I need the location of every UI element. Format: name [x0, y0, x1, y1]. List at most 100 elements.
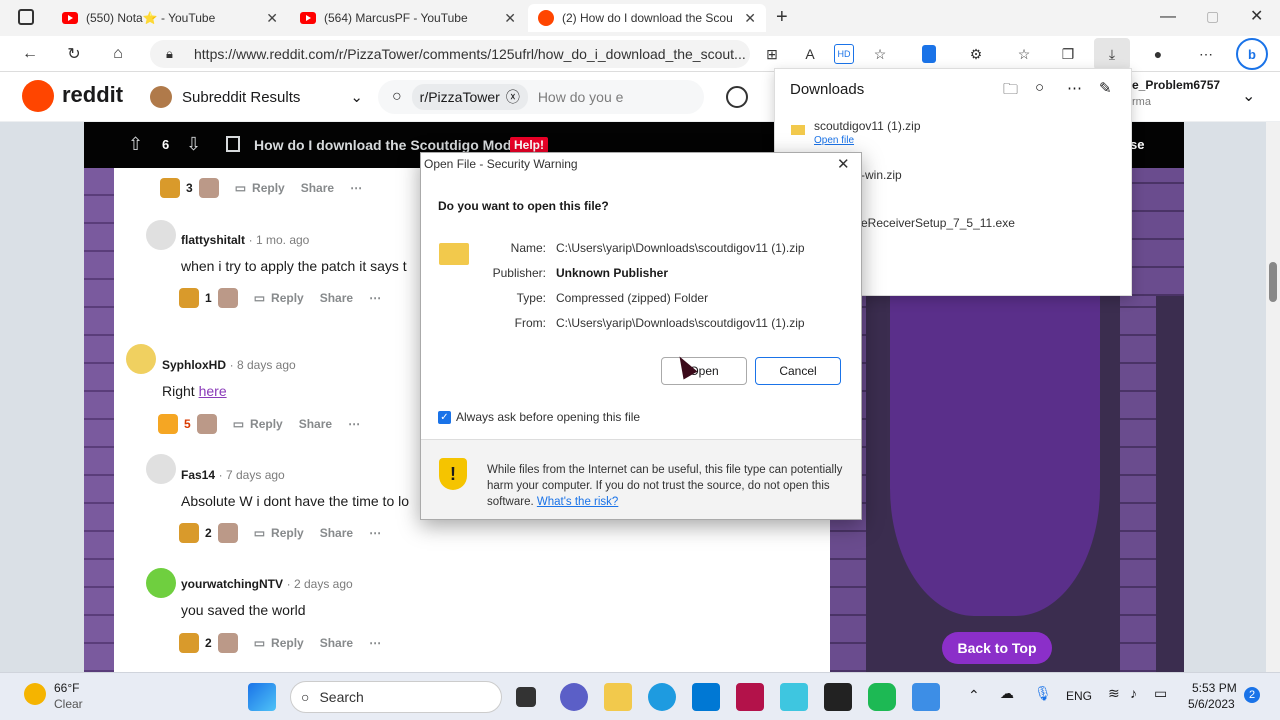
more-options-icon[interactable]: ⋯ [369, 636, 381, 650]
back-to-top-button[interactable]: Back to Top [942, 632, 1052, 664]
open-file-link[interactable]: Open file [814, 135, 854, 146]
hd-icon[interactable]: HD [834, 44, 854, 64]
apps-icon[interactable]: ⊞ [762, 44, 782, 64]
reddit-logo-icon[interactable] [22, 80, 54, 112]
minimize-icon[interactable]: — [1160, 8, 1176, 26]
tab-youtube-marcus[interactable]: (564) MarcusPF - YouTube ✕ [290, 4, 526, 32]
share-button[interactable]: Share [320, 636, 353, 650]
avatar[interactable] [146, 220, 176, 250]
close-window-icon[interactable]: ✕ [1250, 6, 1263, 26]
start-icon[interactable] [248, 683, 276, 711]
downvote-award-icon[interactable] [217, 633, 238, 653]
search-input[interactable]: ○ r/PizzaTower ⓧ How do you e [378, 80, 704, 114]
username[interactable]: e_Problem6757 [1132, 78, 1220, 92]
more-icon[interactable]: ⋯ [1067, 79, 1082, 97]
avatar[interactable] [126, 344, 156, 374]
download-filename[interactable]: -win.zip [861, 168, 902, 182]
weather-temp[interactable]: 66°F [54, 681, 79, 695]
dialog-close-icon[interactable]: ✕ [837, 155, 850, 173]
upvote-icon[interactable]: ⇧ [128, 134, 143, 155]
share-button[interactable]: Share [320, 526, 353, 540]
more-icon[interactable]: ⋯ [1196, 44, 1216, 64]
maximize-icon[interactable]: ▢ [1206, 8, 1219, 25]
avatar[interactable] [146, 568, 176, 598]
edge-icon[interactable] [648, 683, 676, 711]
close-tab-icon[interactable]: ✕ [266, 10, 278, 27]
comment-username[interactable]: SyphloxHD [162, 358, 226, 372]
cancel-button[interactable]: Cancel [755, 357, 841, 385]
upvote-award-icon[interactable] [179, 288, 199, 308]
search-subreddit-chip[interactable]: r/PizzaTower ⓧ [411, 84, 528, 110]
read-aloud-icon[interactable]: A [800, 44, 820, 64]
clock-time[interactable]: 5:53 PM [1192, 681, 1237, 695]
clear-chip-icon[interactable]: ⓧ [506, 87, 520, 107]
share-button[interactable]: Share [299, 417, 332, 431]
downvote-award-icon[interactable] [198, 178, 219, 198]
comment-username[interactable]: flattyshitalt [181, 233, 245, 247]
more-options-icon[interactable]: ⋯ [348, 417, 360, 431]
popular-icon[interactable] [726, 86, 748, 108]
download-filename[interactable]: eReceiverSetup_7_5_11.exe [861, 216, 1015, 230]
address-bar[interactable]: 🔒︎ https://www.reddit.com/r/PizzaTower/c… [150, 40, 750, 68]
downvote-award-icon[interactable] [217, 523, 238, 543]
reply-button[interactable]: ▭ Reply [254, 526, 304, 540]
close-post-label[interactable]: se [1130, 137, 1144, 152]
onedrive-icon[interactable]: ☁ [1000, 685, 1014, 702]
new-tab-button[interactable]: + [776, 6, 788, 29]
app-icon[interactable] [736, 683, 764, 711]
favorite-add-icon[interactable]: ☆ [870, 44, 890, 64]
upvote-award-icon[interactable] [179, 633, 199, 653]
clock-date[interactable]: 5/6/2023 [1188, 697, 1235, 711]
tab-youtube-nota[interactable]: (550) Nota⭐ - YouTube ✕ [52, 4, 288, 32]
comment-username[interactable]: yourwatchingNTV [181, 577, 283, 591]
subreddit-results-dropdown[interactable]: Subreddit Results ⌄ [150, 86, 363, 108]
back-icon[interactable]: ← [18, 42, 42, 66]
always-ask-row[interactable]: ✓ Always ask before opening this file [438, 410, 640, 424]
profile-icon[interactable]: ● [1148, 44, 1168, 64]
downvote-icon[interactable]: ⇩ [186, 134, 201, 155]
reply-button[interactable]: ▭ Reply [254, 291, 304, 305]
weather-moon-icon[interactable] [24, 683, 46, 705]
notepad-icon[interactable] [912, 683, 940, 711]
microphone-icon[interactable]: 🎙︎ [1034, 685, 1052, 702]
downvote-award-icon[interactable] [196, 414, 217, 434]
extensions-icon[interactable]: ⚙ [966, 44, 986, 64]
comment-username[interactable]: Fas14 [181, 468, 215, 482]
bing-icon[interactable]: b [1236, 38, 1268, 70]
app-green-icon[interactable] [868, 683, 896, 711]
battery-icon[interactable]: ▭ [1154, 685, 1167, 702]
downvote-award-icon[interactable] [217, 288, 238, 308]
upvote-award-icon[interactable] [179, 523, 199, 543]
reply-button[interactable]: ▭ Reply [254, 636, 304, 650]
reddit-wordmark[interactable]: reddit [62, 82, 123, 108]
language-indicator[interactable]: ENG [1066, 689, 1092, 703]
store-icon[interactable] [692, 683, 720, 711]
always-ask-checkbox[interactable]: ✓ [438, 410, 451, 424]
task-view-icon[interactable] [516, 687, 536, 707]
notification-badge[interactable]: 2 [1244, 687, 1260, 703]
avatar[interactable] [146, 454, 176, 484]
close-tab-icon[interactable]: ✕ [744, 10, 756, 27]
page-scrollbar[interactable] [1266, 122, 1280, 672]
app-m-icon[interactable] [780, 683, 808, 711]
more-options-icon[interactable]: ⋯ [369, 526, 381, 540]
teams-icon[interactable] [560, 683, 588, 711]
download-item[interactable]: scoutdigov11 (1).zip Open file [789, 117, 1119, 157]
collections-icon[interactable]: ❐ [1058, 44, 1078, 64]
file-explorer-icon[interactable] [604, 683, 632, 711]
pin-icon[interactable]: ✎ [1099, 79, 1112, 97]
tab-reddit[interactable]: (2) How do I download the Scout ✕ [528, 4, 766, 32]
upvote-award-icon[interactable] [160, 178, 180, 198]
user-menu-chevron-icon[interactable]: ⌄ [1242, 86, 1255, 106]
search-icon[interactable]: ○ [1035, 79, 1044, 96]
more-options-icon[interactable]: ⋯ [350, 181, 362, 195]
whats-the-risk-link[interactable]: What's the risk? [537, 496, 618, 508]
share-button[interactable]: Share [320, 291, 353, 305]
volume-icon[interactable]: ♪ [1130, 685, 1137, 701]
downloads-icon[interactable]: ⤓ [1094, 38, 1130, 70]
favorites-icon[interactable]: ☆ [1014, 44, 1034, 64]
reply-button[interactable]: ▭ Reply [235, 181, 285, 195]
wifi-icon[interactable]: ≋ [1108, 685, 1120, 702]
refresh-icon[interactable]: ↻ [62, 42, 86, 66]
tab-actions-icon[interactable] [18, 9, 34, 25]
